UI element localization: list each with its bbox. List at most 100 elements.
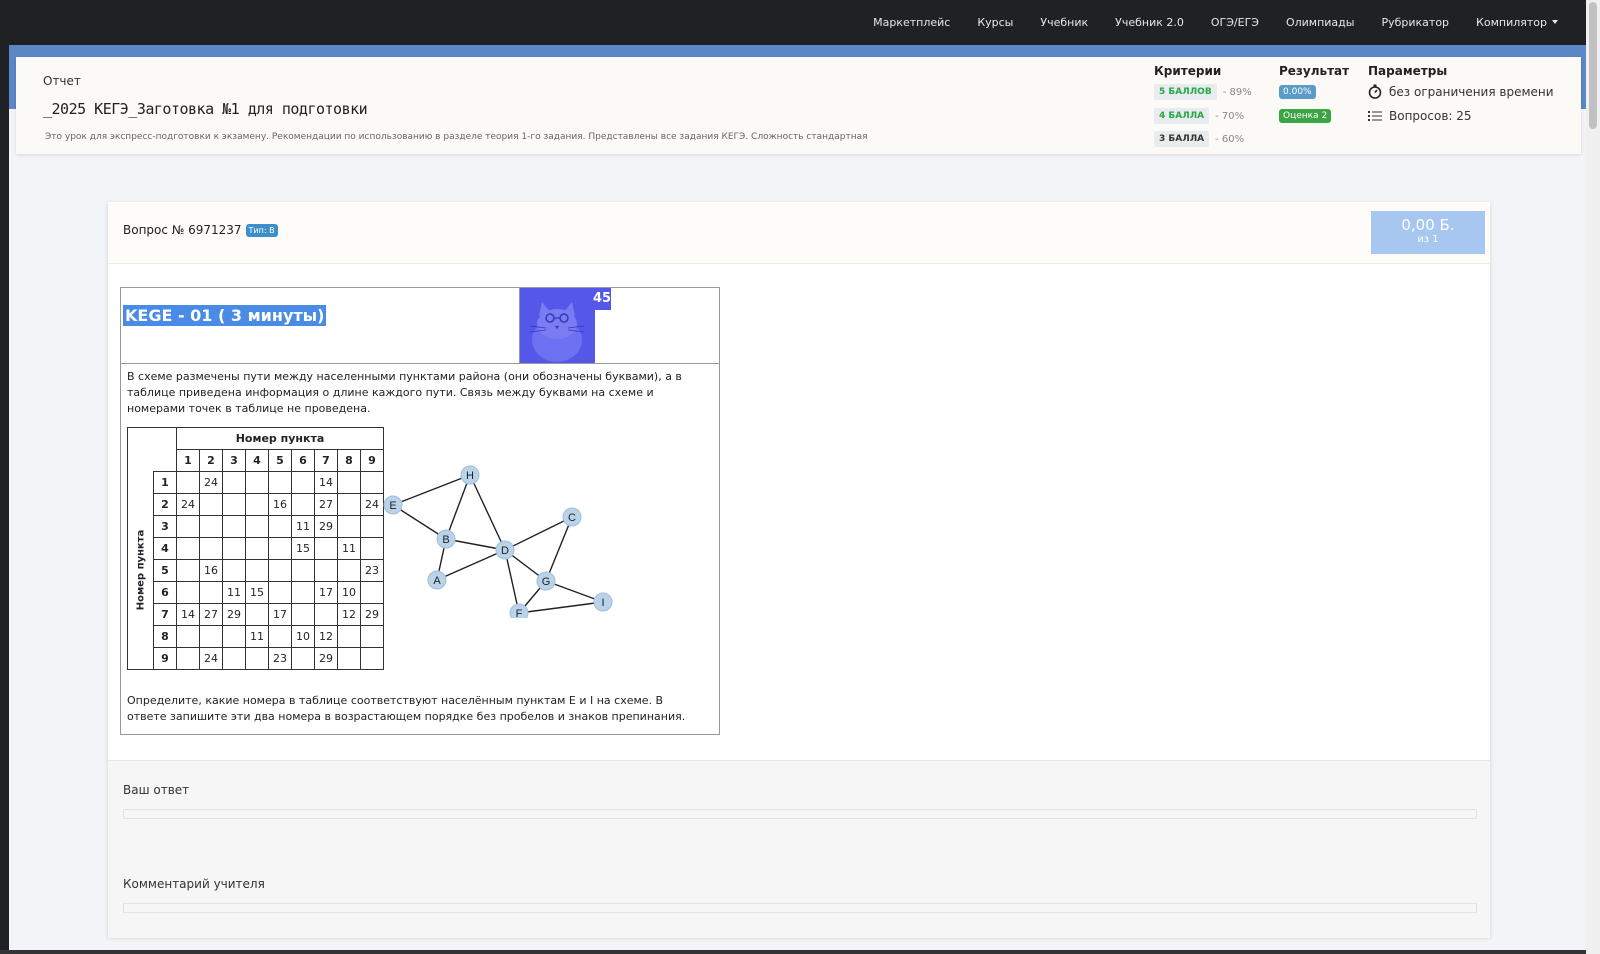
- nav-marketplace[interactable]: Маркетплейс: [873, 16, 950, 29]
- criterion-pct: - 70%: [1215, 110, 1245, 122]
- question-content: KEGE - 01 ( 3 минуты) 45 В схеме размече…: [120, 287, 720, 735]
- table-col-number: 5: [268, 449, 292, 472]
- table-cell: 14: [314, 471, 338, 494]
- report-label: Отчет: [43, 74, 81, 88]
- table-cell: [268, 537, 292, 560]
- table-row: 2 24 16 27 24: [128, 493, 384, 516]
- table-cell: 15: [245, 581, 269, 604]
- bottom-edge: [0, 950, 1586, 954]
- table-row-number: 2: [153, 493, 177, 516]
- table-cell: [291, 647, 315, 670]
- table-cell: [337, 493, 361, 516]
- graph-node-label: D: [501, 545, 509, 557]
- answer-field[interactable]: [123, 809, 1477, 819]
- graph-node-label: H: [466, 470, 474, 482]
- criterion-badge: 3 БАЛЛА: [1154, 131, 1210, 147]
- table-cell: [360, 515, 384, 538]
- table-cell: 12: [337, 603, 361, 626]
- top-navbar: Маркетплейс Курсы Учебник Учебник 2.0 ОГ…: [0, 0, 1600, 45]
- nav-rubricator[interactable]: Рубрикатор: [1381, 16, 1449, 29]
- table-row: 3 11 29: [128, 515, 384, 538]
- nav-compiler-dropdown[interactable]: Компилятор: [1476, 16, 1558, 29]
- table-cell: 15: [291, 537, 315, 560]
- table-cell: [337, 515, 361, 538]
- table-row: 7 14 27 29 17 12 29: [128, 603, 384, 626]
- lesson-description: Это урок для экспресс-подготовки к экзам…: [45, 132, 868, 142]
- nav-oge-ege[interactable]: ОГЭ/ЕГЭ: [1211, 16, 1259, 29]
- graph-node-a: A: [427, 570, 447, 590]
- table-cell: 10: [291, 625, 315, 648]
- graph-diagram: H E C B D A G I F: [383, 465, 613, 618]
- table-cell: [245, 559, 269, 582]
- param-time: без ограничения времени: [1368, 84, 1554, 99]
- timer-badge: 45: [593, 288, 611, 310]
- stopwatch-icon: [1368, 84, 1382, 99]
- nav-compiler-label: Компилятор: [1476, 16, 1547, 29]
- table-cell: [360, 581, 384, 604]
- table-col-number: 9: [360, 449, 384, 472]
- criteria-heading: Критерии: [1154, 64, 1222, 78]
- table-cell: [222, 559, 246, 582]
- table-row-number: 8: [153, 625, 177, 648]
- table-cell: [222, 471, 246, 494]
- table-row: 9 24 23 29: [128, 647, 384, 670]
- teacher-comment-field: [123, 903, 1477, 913]
- table-cell: [176, 625, 200, 648]
- table-cell: 11: [245, 625, 269, 648]
- nav-textbook[interactable]: Учебник: [1040, 16, 1088, 29]
- table-cell: [199, 537, 223, 560]
- table-row: 8 11 10 12: [128, 625, 384, 648]
- nav-textbook-2[interactable]: Учебник 2.0: [1115, 16, 1184, 29]
- question-title-row: KEGE - 01 ( 3 минуты) 45: [121, 288, 719, 364]
- scrollbar[interactable]: [1586, 0, 1600, 954]
- table-cell: [314, 559, 338, 582]
- answer-section: Ваш ответ Комментарий учителя: [108, 760, 1490, 938]
- graph-node-c: C: [562, 507, 582, 527]
- report-header-card: Отчет _2025 КЕГЭ_Заготовка №1 для подгот…: [16, 57, 1581, 154]
- param-questions-text: Вопросов: 25: [1389, 109, 1472, 123]
- table-cell: 29: [314, 515, 338, 538]
- score-value: 0,00 Б.: [1401, 216, 1455, 234]
- graph-node-i: I: [593, 592, 613, 612]
- question-number: Вопрос № 6971237 Тип: В: [123, 223, 278, 237]
- graph-node-label: F: [516, 608, 523, 618]
- table-col-number: 2: [199, 449, 223, 472]
- table-row-number: 9: [153, 647, 177, 670]
- table-cell: 29: [222, 603, 246, 626]
- table-cell: 23: [268, 647, 292, 670]
- left-edge: [0, 45, 9, 954]
- table-cell: 16: [268, 493, 292, 516]
- table-cell: [245, 515, 269, 538]
- table-cell: [360, 625, 384, 648]
- table-col-number: 6: [291, 449, 315, 472]
- cat-image: [519, 288, 595, 363]
- table-cell: 29: [360, 603, 384, 626]
- table-cell: [268, 515, 292, 538]
- table-cell: [222, 537, 246, 560]
- graph-node-d: D: [495, 540, 515, 560]
- table-cell: [268, 559, 292, 582]
- table-cell: 17: [268, 603, 292, 626]
- table-row-number: 6: [153, 581, 177, 604]
- table-row: Номер пункта 1 24 14: [127, 471, 384, 670]
- table-cell: 12: [314, 625, 338, 648]
- table-cell: 17: [314, 581, 338, 604]
- table-cell: [314, 537, 338, 560]
- nav-olympiads[interactable]: Олимпиады: [1286, 16, 1355, 29]
- table-cell: [268, 581, 292, 604]
- criterion-5: 5 БАЛЛОВ - 89%: [1154, 84, 1252, 100]
- table-row-header: Номер пункта: [127, 471, 154, 670]
- table-cell: [222, 647, 246, 670]
- table-cell: [337, 647, 361, 670]
- scrollbar-thumb[interactable]: [1589, 2, 1597, 129]
- nav-menu: Маркетплейс Курсы Учебник Учебник 2.0 ОГ…: [846, 0, 1558, 45]
- table-cell: [245, 471, 269, 494]
- table-cell: 27: [314, 493, 338, 516]
- table-cell: 11: [291, 515, 315, 538]
- nav-courses[interactable]: Курсы: [977, 16, 1013, 29]
- answer-label: Ваш ответ: [123, 783, 190, 797]
- table-cell: [222, 515, 246, 538]
- question-number-text: Вопрос № 6971237: [123, 223, 242, 237]
- table-col-number: 4: [245, 449, 269, 472]
- table-cell: 14: [176, 603, 200, 626]
